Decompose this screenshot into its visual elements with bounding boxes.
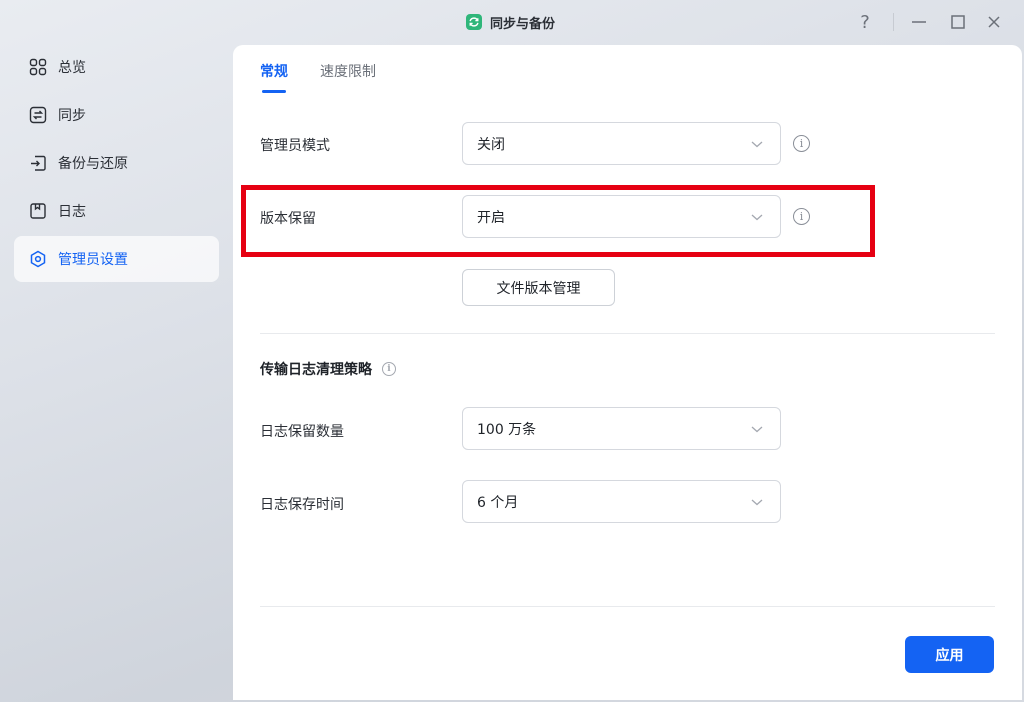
version-keep-select[interactable]: 开启 bbox=[462, 195, 781, 238]
app-window: 同步与备份 ? 总览 同步 备份与还原 日志 管理员设置 常规 速度限制 管理员… bbox=[0, 0, 1024, 702]
log-time-value: 6 个月 bbox=[477, 494, 519, 511]
log-time-select[interactable]: 6 个月 bbox=[462, 480, 781, 523]
minimize-icon bbox=[912, 21, 926, 23]
sidebar-item-label: 管理员设置 bbox=[58, 252, 128, 268]
admin-mode-value: 关闭 bbox=[477, 136, 505, 153]
sidebar-item-admin-settings[interactable]: 管理员设置 bbox=[14, 236, 219, 282]
log-count-select[interactable]: 100 万条 bbox=[462, 407, 781, 450]
maximize-icon bbox=[951, 15, 965, 29]
window-title: 同步与备份 bbox=[466, 13, 556, 32]
log-cleanup-info-icon[interactable]: i bbox=[382, 362, 396, 376]
help-icon: ? bbox=[860, 11, 870, 33]
log-cleanup-title: 传输日志清理策略 bbox=[260, 362, 372, 378]
close-button[interactable] bbox=[982, 10, 1006, 34]
tab-speed-limit[interactable]: 速度限制 bbox=[320, 61, 376, 93]
version-keep-value: 开启 bbox=[477, 209, 505, 226]
log-count-label: 日志保留数量 bbox=[260, 424, 344, 440]
tab-bar: 常规 速度限制 bbox=[260, 61, 376, 93]
version-keep-info-icon[interactable]: i bbox=[793, 208, 810, 225]
help-button[interactable]: ? bbox=[853, 10, 877, 34]
apply-button[interactable]: 应用 bbox=[905, 636, 994, 673]
file-version-manage-button[interactable]: 文件版本管理 bbox=[462, 269, 615, 306]
chevron-down-icon bbox=[751, 214, 763, 221]
chevron-down-icon bbox=[751, 499, 763, 506]
chevron-down-icon bbox=[751, 426, 763, 433]
sidebar: 总览 同步 备份与还原 日志 管理员设置 bbox=[14, 44, 219, 284]
section-divider bbox=[260, 333, 995, 334]
version-keep-label: 版本保留 bbox=[260, 211, 316, 227]
grid-icon bbox=[28, 57, 48, 77]
window-title-text: 同步与备份 bbox=[490, 16, 556, 32]
sync-icon bbox=[28, 105, 48, 125]
maximize-button[interactable] bbox=[946, 10, 970, 34]
admin-settings-icon bbox=[28, 249, 48, 269]
close-icon bbox=[988, 16, 1000, 28]
sidebar-item-label: 同步 bbox=[58, 108, 86, 124]
log-cleanup-section: 传输日志清理策略 i bbox=[260, 359, 396, 379]
sidebar-item-label: 总览 bbox=[58, 60, 86, 76]
title-bar: 同步与备份 ? bbox=[0, 0, 1024, 44]
settings-panel: 常规 速度限制 管理员模式 关闭 i 版本保留 开启 i 文件版本管理 传输日志… bbox=[233, 45, 1022, 700]
tab-general[interactable]: 常规 bbox=[260, 61, 288, 93]
sidebar-item-backup-restore[interactable]: 备份与还原 bbox=[14, 140, 219, 186]
log-icon bbox=[28, 201, 48, 221]
sidebar-item-log[interactable]: 日志 bbox=[14, 188, 219, 234]
backup-icon bbox=[28, 153, 48, 173]
admin-mode-label: 管理员模式 bbox=[260, 138, 330, 154]
chevron-down-icon bbox=[751, 141, 763, 148]
sidebar-item-label: 备份与还原 bbox=[58, 156, 128, 172]
minimize-button[interactable] bbox=[907, 10, 931, 34]
admin-mode-select[interactable]: 关闭 bbox=[462, 122, 781, 165]
log-time-label: 日志保存时间 bbox=[260, 497, 344, 513]
sync-backup-logo-icon bbox=[466, 14, 482, 30]
log-count-value: 100 万条 bbox=[477, 421, 537, 438]
title-bar-separator bbox=[893, 13, 894, 31]
footer-divider bbox=[260, 606, 995, 607]
sidebar-item-overview[interactable]: 总览 bbox=[14, 44, 219, 90]
sidebar-item-label: 日志 bbox=[58, 204, 86, 220]
admin-mode-info-icon[interactable]: i bbox=[793, 135, 810, 152]
sidebar-item-sync[interactable]: 同步 bbox=[14, 92, 219, 138]
